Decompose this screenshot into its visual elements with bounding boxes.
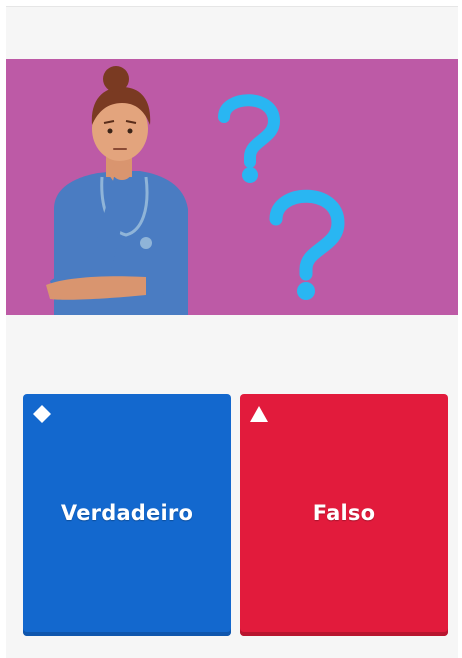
answer-false-button[interactable]: Falso: [240, 394, 448, 636]
diamond-icon: [33, 405, 51, 423]
answer-options: Verdadeiro Falso: [23, 394, 448, 636]
question-image: [6, 59, 458, 315]
answer-label: Verdadeiro: [60, 501, 194, 525]
answer-true-button[interactable]: Verdadeiro: [23, 394, 231, 636]
quiz-page: Verdadeiro Falso: [6, 6, 458, 658]
triangle-icon: [250, 406, 268, 422]
answer-label: Falso: [312, 501, 376, 525]
